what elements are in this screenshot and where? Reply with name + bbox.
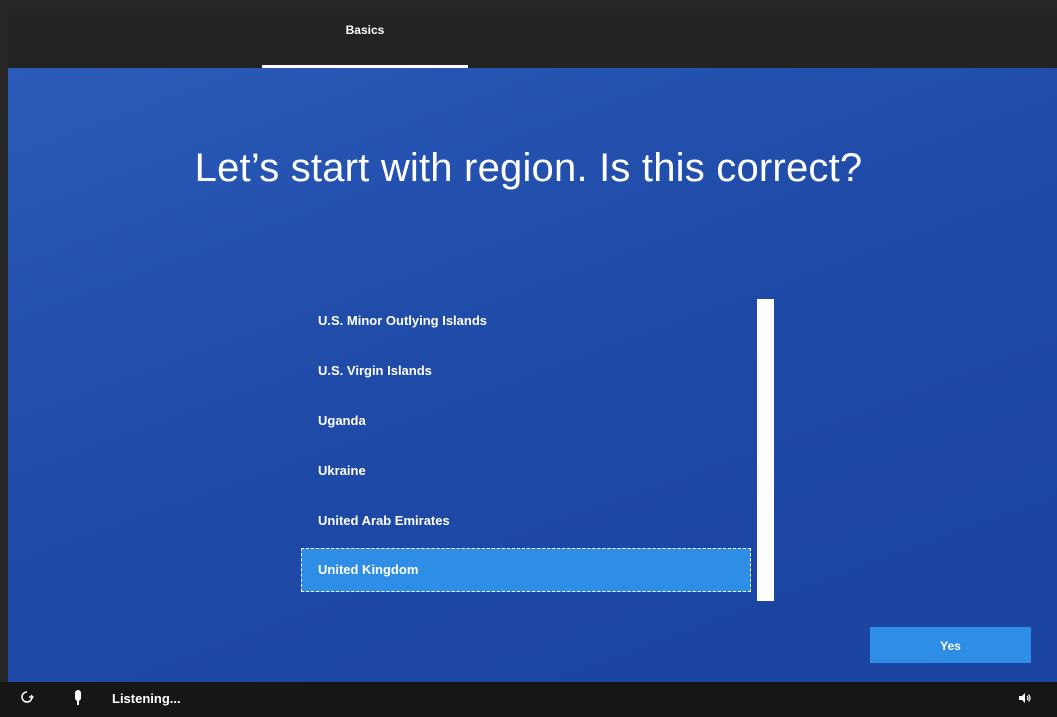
window-frame: Basics Let’s start with region. Is this … — [0, 0, 1057, 717]
top-bar — [8, 10, 1057, 68]
list-item[interactable]: U.S. Virgin Islands — [301, 349, 751, 393]
list-item-selected[interactable]: United Kingdom — [301, 548, 751, 592]
tab-basics-label: Basics — [345, 23, 385, 37]
list-scrollbar[interactable] — [757, 299, 774, 601]
list-item[interactable]: United Arab Emirates — [301, 499, 751, 543]
list-item[interactable]: Uganda — [301, 399, 751, 443]
listening-status: Listening... — [112, 691, 181, 706]
list-item[interactable]: U.S. Minor Outlying Islands — [301, 299, 751, 343]
ease-of-access-icon[interactable] — [20, 690, 34, 707]
page-title: Let’s start with region. Is this correct… — [194, 146, 863, 190]
list-item[interactable]: Ukraine — [301, 449, 751, 493]
tab-basics: Basics — [262, 10, 468, 68]
microphone-icon[interactable] — [73, 690, 83, 709]
region-list[interactable]: U.S. Minor Outlying Islands U.S. Virgin … — [301, 299, 751, 599]
volume-icon[interactable] — [1018, 692, 1032, 707]
bottom-bar: Listening... — [0, 682, 1057, 717]
yes-button[interactable]: Yes — [870, 627, 1031, 663]
